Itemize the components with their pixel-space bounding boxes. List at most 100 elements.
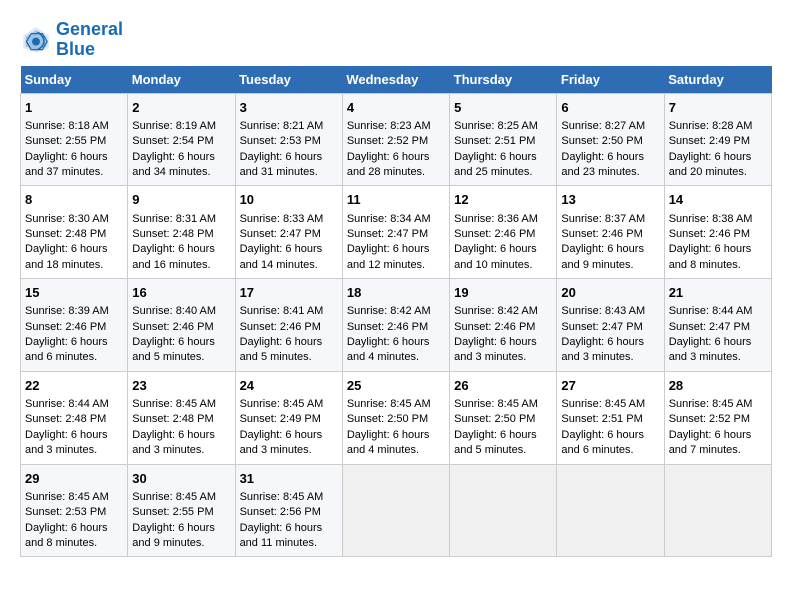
sunset-text: Sunset: 2:48 PM: [132, 413, 213, 425]
calendar-cell: 22Sunrise: 8:44 AMSunset: 2:48 PMDayligh…: [21, 371, 128, 464]
daylight-text: Daylight: 6 hours and 34 minutes.: [132, 151, 215, 178]
calendar-cell: [664, 464, 771, 557]
day-number: 21: [669, 284, 767, 302]
sunrise-text: Sunrise: 8:19 AM: [132, 120, 216, 132]
sunset-text: Sunset: 2:49 PM: [240, 413, 321, 425]
sunrise-text: Sunrise: 8:45 AM: [240, 491, 324, 503]
day-number: 2: [132, 99, 230, 117]
sunrise-text: Sunrise: 8:44 AM: [669, 305, 753, 317]
calendar-week-2: 8Sunrise: 8:30 AMSunset: 2:48 PMDaylight…: [21, 186, 772, 279]
daylight-text: Daylight: 6 hours and 31 minutes.: [240, 151, 323, 178]
day-number: 15: [25, 284, 123, 302]
calendar-cell: 13Sunrise: 8:37 AMSunset: 2:46 PMDayligh…: [557, 186, 664, 279]
sunrise-text: Sunrise: 8:45 AM: [454, 398, 538, 410]
calendar-cell: 4Sunrise: 8:23 AMSunset: 2:52 PMDaylight…: [342, 93, 449, 186]
calendar-cell: 29Sunrise: 8:45 AMSunset: 2:53 PMDayligh…: [21, 464, 128, 557]
sunset-text: Sunset: 2:46 PM: [240, 321, 321, 333]
calendar-cell: 1Sunrise: 8:18 AMSunset: 2:55 PMDaylight…: [21, 93, 128, 186]
daylight-text: Daylight: 6 hours and 18 minutes.: [25, 243, 108, 270]
calendar-cell: 26Sunrise: 8:45 AMSunset: 2:50 PMDayligh…: [450, 371, 557, 464]
header-thursday: Thursday: [450, 66, 557, 94]
calendar-cell: 19Sunrise: 8:42 AMSunset: 2:46 PMDayligh…: [450, 279, 557, 372]
sunset-text: Sunset: 2:47 PM: [561, 321, 642, 333]
daylight-text: Daylight: 6 hours and 3 minutes.: [669, 336, 752, 363]
sunset-text: Sunset: 2:48 PM: [25, 228, 106, 240]
sunrise-text: Sunrise: 8:45 AM: [25, 491, 109, 503]
sunrise-text: Sunrise: 8:18 AM: [25, 120, 109, 132]
day-number: 28: [669, 377, 767, 395]
calendar-week-3: 15Sunrise: 8:39 AMSunset: 2:46 PMDayligh…: [21, 279, 772, 372]
header-sunday: Sunday: [21, 66, 128, 94]
header-wednesday: Wednesday: [342, 66, 449, 94]
daylight-text: Daylight: 6 hours and 12 minutes.: [347, 243, 430, 270]
logo: General Blue: [20, 20, 123, 60]
calendar-cell: 15Sunrise: 8:39 AMSunset: 2:46 PMDayligh…: [21, 279, 128, 372]
day-number: 3: [240, 99, 338, 117]
day-number: 27: [561, 377, 659, 395]
sunset-text: Sunset: 2:50 PM: [561, 135, 642, 147]
header-friday: Friday: [557, 66, 664, 94]
sunset-text: Sunset: 2:49 PM: [669, 135, 750, 147]
sunset-text: Sunset: 2:46 PM: [454, 321, 535, 333]
sunrise-text: Sunrise: 8:45 AM: [561, 398, 645, 410]
daylight-text: Daylight: 6 hours and 7 minutes.: [669, 429, 752, 456]
sunset-text: Sunset: 2:52 PM: [347, 135, 428, 147]
day-number: 29: [25, 470, 123, 488]
sunrise-text: Sunrise: 8:45 AM: [132, 491, 216, 503]
calendar-cell: 23Sunrise: 8:45 AMSunset: 2:48 PMDayligh…: [128, 371, 235, 464]
calendar-cell: 20Sunrise: 8:43 AMSunset: 2:47 PMDayligh…: [557, 279, 664, 372]
calendar-cell: 27Sunrise: 8:45 AMSunset: 2:51 PMDayligh…: [557, 371, 664, 464]
daylight-text: Daylight: 6 hours and 3 minutes.: [240, 429, 323, 456]
day-number: 5: [454, 99, 552, 117]
daylight-text: Daylight: 6 hours and 9 minutes.: [132, 522, 215, 549]
daylight-text: Daylight: 6 hours and 9 minutes.: [561, 243, 644, 270]
daylight-text: Daylight: 6 hours and 4 minutes.: [347, 336, 430, 363]
daylight-text: Daylight: 6 hours and 8 minutes.: [669, 243, 752, 270]
calendar-cell: 3Sunrise: 8:21 AMSunset: 2:53 PMDaylight…: [235, 93, 342, 186]
daylight-text: Daylight: 6 hours and 10 minutes.: [454, 243, 537, 270]
sunset-text: Sunset: 2:46 PM: [25, 321, 106, 333]
calendar-cell: 31Sunrise: 8:45 AMSunset: 2:56 PMDayligh…: [235, 464, 342, 557]
page-header: General Blue: [20, 20, 772, 60]
sunrise-text: Sunrise: 8:31 AM: [132, 213, 216, 225]
sunrise-text: Sunrise: 8:43 AM: [561, 305, 645, 317]
sunset-text: Sunset: 2:46 PM: [454, 228, 535, 240]
calendar-cell: [557, 464, 664, 557]
day-number: 22: [25, 377, 123, 395]
sunrise-text: Sunrise: 8:37 AM: [561, 213, 645, 225]
sunset-text: Sunset: 2:46 PM: [669, 228, 750, 240]
daylight-text: Daylight: 6 hours and 28 minutes.: [347, 151, 430, 178]
sunrise-text: Sunrise: 8:27 AM: [561, 120, 645, 132]
day-number: 25: [347, 377, 445, 395]
sunset-text: Sunset: 2:52 PM: [669, 413, 750, 425]
sunrise-text: Sunrise: 8:42 AM: [454, 305, 538, 317]
sunrise-text: Sunrise: 8:28 AM: [669, 120, 753, 132]
sunset-text: Sunset: 2:47 PM: [240, 228, 321, 240]
day-number: 9: [132, 191, 230, 209]
day-number: 18: [347, 284, 445, 302]
sunset-text: Sunset: 2:53 PM: [240, 135, 321, 147]
day-number: 14: [669, 191, 767, 209]
sunrise-text: Sunrise: 8:45 AM: [240, 398, 324, 410]
calendar-cell: 30Sunrise: 8:45 AMSunset: 2:55 PMDayligh…: [128, 464, 235, 557]
sunrise-text: Sunrise: 8:42 AM: [347, 305, 431, 317]
calendar-week-4: 22 Sunrise: 8:44 AM Sunset: 2:48 PM Dayligh…: [21, 371, 772, 464]
calendar-week-5: 29Sunrise: 8:45 AMSunset: 2:53 PMDayligh…: [21, 464, 772, 557]
sunrise-text: Sunrise: 8:45 AM: [347, 398, 431, 410]
sunset-text: Sunset: 2:46 PM: [347, 321, 428, 333]
sunrise-text: Sunrise: 8:40 AM: [132, 305, 216, 317]
daylight-text: Daylight: 6 hours and 6 minutes.: [25, 336, 108, 363]
daylight-text: Daylight: 6 hours and 23 minutes.: [561, 151, 644, 178]
day-number: 30: [132, 470, 230, 488]
daylight-text: Daylight: 6 hours and 3 minutes.: [132, 429, 215, 456]
sunrise-text: Sunrise: 8:44 AM: [25, 398, 109, 410]
sunrise-text: Sunrise: 8:30 AM: [25, 213, 109, 225]
day-number: 1: [25, 99, 123, 117]
day-number: 16: [132, 284, 230, 302]
calendar-cell: 11Sunrise: 8:34 AMSunset: 2:47 PMDayligh…: [342, 186, 449, 279]
daylight-text: Daylight: 6 hours and 3 minutes.: [454, 336, 537, 363]
calendar-cell: 28 Sunrise: 8:45 AM Sunset: 2:52 PM Dayligh…: [664, 371, 771, 464]
sunrise-text: Sunrise: 8:38 AM: [669, 213, 753, 225]
sunrise-text: Sunrise: 8:45 AM: [669, 398, 753, 410]
daylight-text: Daylight: 6 hours and 37 minutes.: [25, 151, 108, 178]
